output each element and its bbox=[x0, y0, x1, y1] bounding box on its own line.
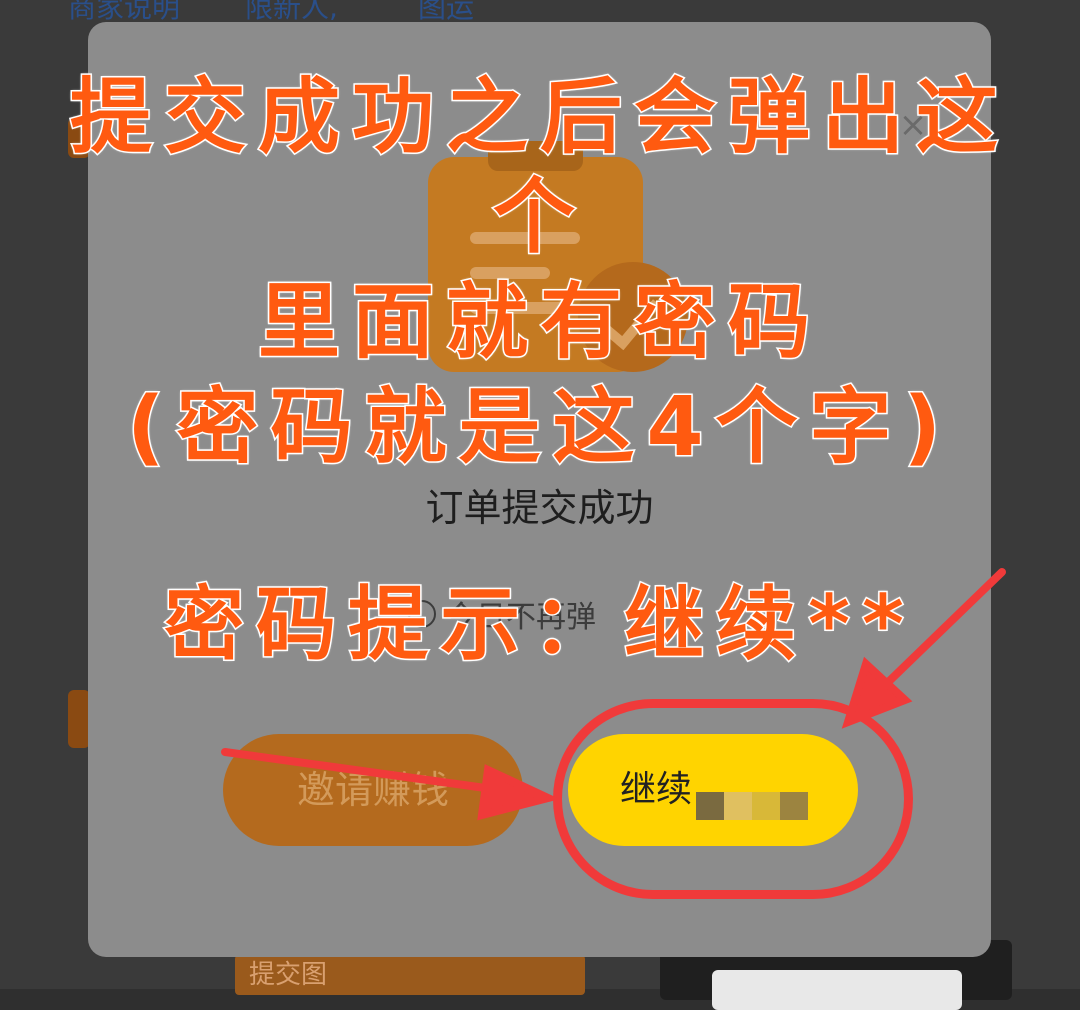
arrow-head bbox=[477, 764, 560, 821]
annotation-line-4: (密码就是这4个字) bbox=[125, 379, 953, 477]
arrow-left-lower bbox=[221, 748, 504, 794]
annotation-line-3: 里面就有密码 bbox=[256, 274, 822, 372]
annotation-line-2: 个 bbox=[491, 169, 587, 267]
password-hint: 密码提示：继续** bbox=[163, 577, 916, 673]
